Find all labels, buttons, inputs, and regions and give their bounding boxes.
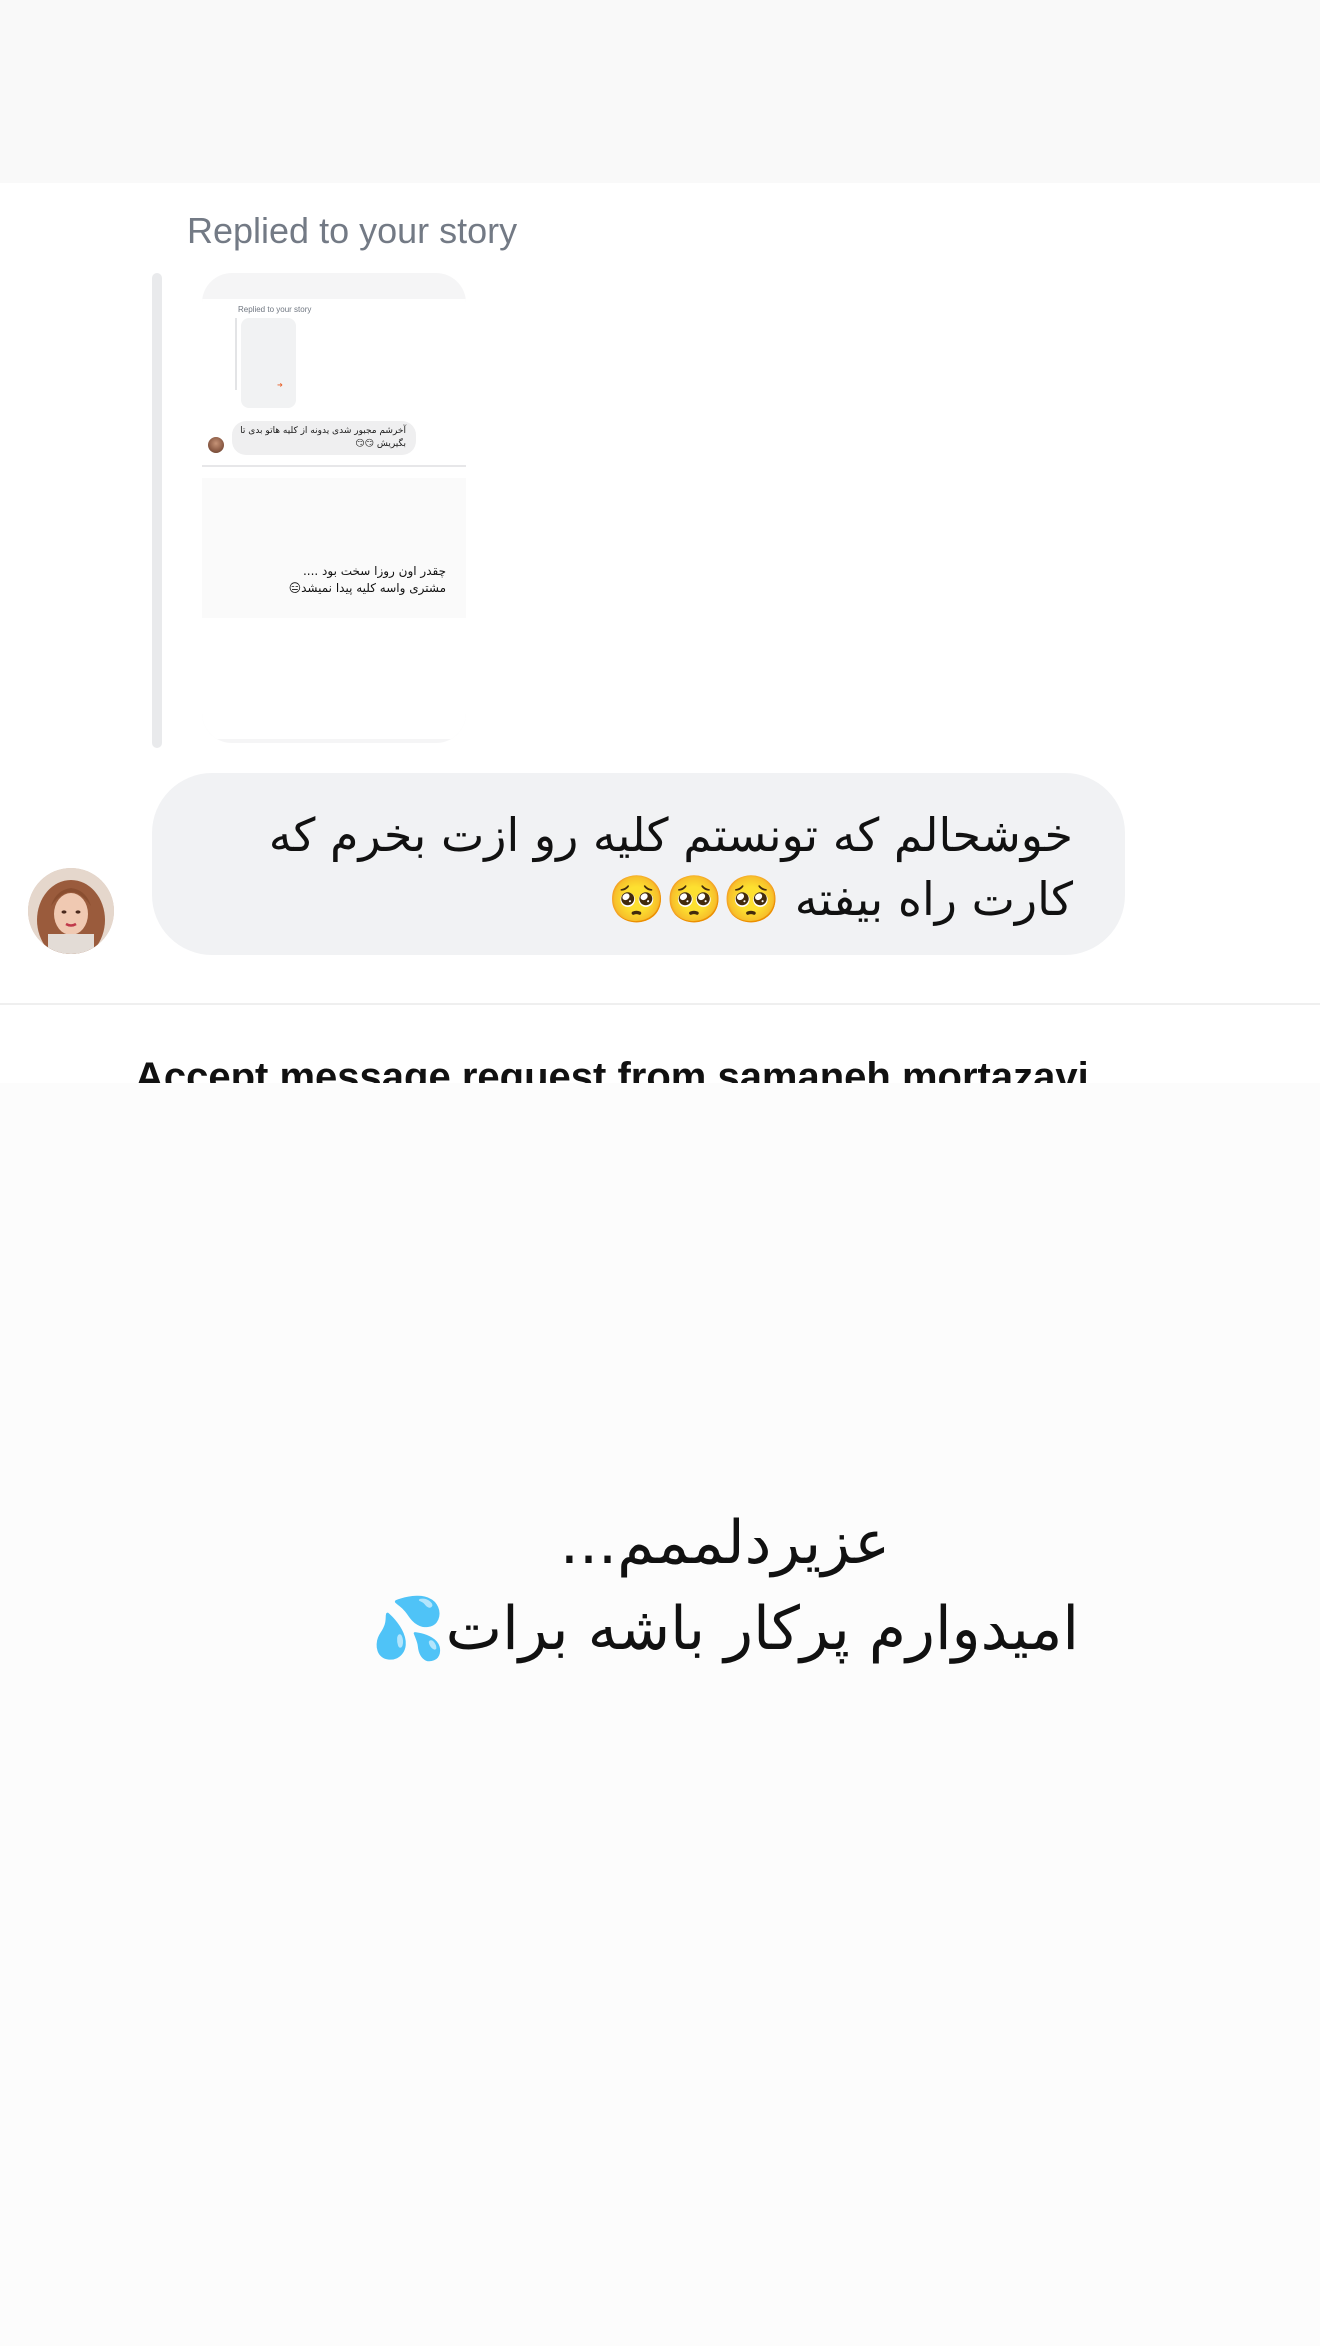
message-bubble[interactable]: خوشحالم که تونستم کلیه رو ازت بخرم که کا… [152, 773, 1125, 955]
message-text: خوشحالم که تونستم کلیه رو ازت بخرم که کا… [268, 808, 1073, 926]
story-thumbnail-mini-card [241, 318, 296, 408]
story-overlay-panel [0, 1083, 1320, 2346]
story-thumbnail-lower [202, 478, 466, 618]
story-thumbnail-bubble: آخرشم مجبور شدی یدونه از کلیه هاتو بدی ت… [232, 421, 416, 455]
story-thumbnail-quote-line [235, 318, 237, 390]
story-reply-caption: Replied to your story [187, 210, 518, 251]
arrow-icon: ➜ [277, 381, 283, 389]
avatar-photo [28, 868, 114, 954]
reply-quote-line [152, 273, 162, 748]
story-thumbnail-caption: Replied to your story [238, 305, 312, 314]
accept-request-banner: Accept message request from samaneh.mort… [0, 1005, 1320, 1083]
avatar[interactable] [28, 868, 114, 954]
story-thumbnail-avatar [208, 437, 224, 453]
top-bar [0, 0, 1320, 183]
overlay-text: عزیردلممم... امیدوارم پرکار باشه برات💦 [370, 1508, 1080, 1664]
story-thumbnail-text: چقدر اون روزا سخت بود .... مشتری واسه کل… [288, 564, 446, 595]
story-thumbnail-divider [202, 465, 466, 467]
story-thumbnail[interactable]: Replied to your story ➜ آخرشم مجبور شدی … [202, 273, 466, 743]
accept-request-text: Accept message request from samaneh.mort… [135, 1055, 1089, 1083]
